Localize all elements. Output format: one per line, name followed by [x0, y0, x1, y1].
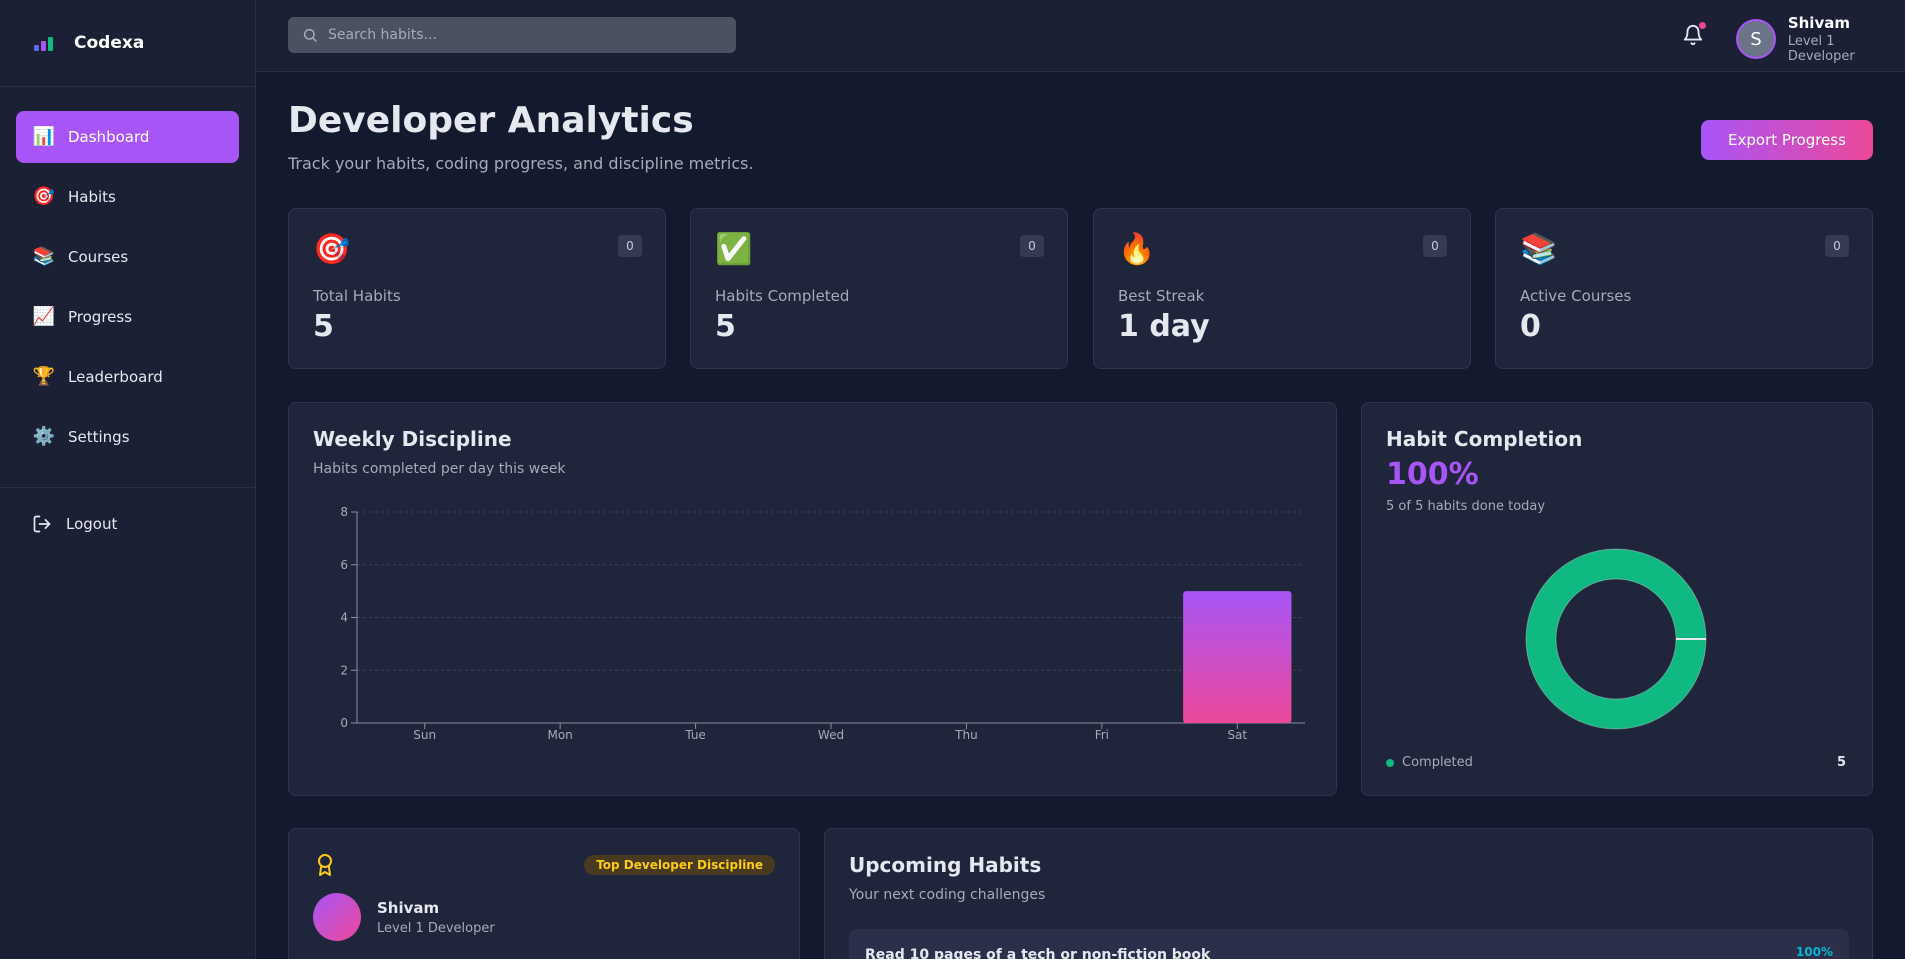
stat-value: 5 — [715, 309, 736, 344]
logout-label: Logout — [66, 515, 118, 533]
sidebar-item-settings[interactable]: ⚙️ Settings — [16, 411, 239, 463]
sidebar-item-label: Dashboard — [68, 128, 150, 146]
stat-label: Active Courses — [1520, 287, 1632, 305]
user-level: Level 1 Developer — [1787, 34, 1855, 64]
profile-name: Shivam — [377, 899, 440, 917]
stat-badge: 0 — [1020, 235, 1044, 257]
sidebar-item-leaderboard[interactable]: 🏆 Leaderboard — [16, 351, 239, 403]
legend-label: Completed — [1402, 755, 1473, 770]
page-title: Developer Analytics — [288, 100, 694, 141]
stat-badge: 0 — [1423, 235, 1447, 257]
books-icon: 📚 — [1520, 232, 1558, 267]
habit-percent: 100% — [1795, 945, 1833, 959]
sidebar-item-courses[interactable]: 📚 Courses — [16, 231, 239, 283]
sidebar-item-progress[interactable]: 📈 Progress — [16, 291, 239, 343]
gear-icon: ⚙️ — [32, 426, 56, 447]
sidebar-item-label: Habits — [68, 188, 116, 206]
sidebar-item-label: Leaderboard — [68, 368, 163, 386]
search-icon — [303, 28, 317, 42]
logout-button[interactable]: Logout — [32, 514, 117, 534]
profile-level: Level 1 Developer — [377, 921, 495, 936]
y-tick-label: 0 — [340, 716, 348, 730]
stat-card-best-streak: 🔥 0 Best Streak 1 day — [1093, 208, 1471, 369]
stat-card-active-courses: 📚 0 Active Courses 0 — [1495, 208, 1873, 369]
y-tick-label: 8 — [340, 505, 348, 519]
stat-card-total-habits: 🎯 0 Total Habits 5 — [288, 208, 666, 369]
brand[interactable]: Codexa — [0, 0, 255, 87]
award-badge: Top Developer Discipline — [584, 855, 775, 875]
x-tick-label: Wed — [818, 728, 844, 742]
sidebar-item-label: Settings — [68, 428, 130, 446]
stat-value: 1 day — [1118, 309, 1210, 344]
x-tick-label: Tue — [684, 728, 706, 742]
export-progress-button[interactable]: Export Progress — [1701, 120, 1873, 160]
trophy-icon: 🏆 — [32, 366, 56, 387]
profile-panel: Top Developer Discipline Shivam Level 1 … — [288, 828, 800, 959]
target-icon: 🎯 — [313, 232, 351, 267]
logout-icon — [33, 515, 51, 533]
stat-value: 5 — [313, 309, 334, 344]
x-tick-label: Sun — [413, 728, 436, 742]
x-tick-label: Thu — [954, 728, 978, 742]
user-name: Shivam — [1787, 14, 1850, 32]
bar-sat — [1183, 591, 1292, 723]
stat-badge: 0 — [1825, 235, 1849, 257]
target-icon: 🎯 — [32, 186, 56, 207]
weekly-discipline-panel: Weekly Discipline Habits completed per d… — [288, 402, 1337, 796]
legend-dot — [1386, 758, 1394, 767]
x-tick-label: Mon — [547, 728, 572, 742]
completion-legend: Completed 5 — [1386, 755, 1846, 770]
legend-value: 5 — [1836, 755, 1846, 770]
habit-completion-panel: Habit Completion 100% 5 of 5 habits done… — [1361, 402, 1873, 796]
avatar: S — [1736, 19, 1776, 59]
user-menu[interactable]: S Shivam Level 1 Developer — [1736, 14, 1905, 64]
sidebar-item-habits[interactable]: 🎯 Habits — [16, 171, 239, 223]
topbar: S Shivam Level 1 Developer — [256, 0, 1905, 72]
books-icon: 📚 — [32, 246, 56, 267]
notification-dot — [1699, 22, 1706, 29]
upcoming-subtitle: Your next coding challenges — [849, 887, 1046, 903]
logo-icon — [32, 31, 56, 55]
donut-ring-inner-border — [1555, 578, 1677, 700]
user-info: Shivam Level 1 Developer — [1788, 14, 1905, 64]
search-bar[interactable] — [288, 17, 736, 53]
sidebar: Codexa 📊 Dashboard 🎯 Habits 📚 Courses 📈 … — [0, 0, 256, 959]
list-item[interactable]: Read 10 pages of a tech or non-fiction b… — [849, 929, 1849, 959]
stat-label: Habits Completed — [715, 287, 850, 305]
sidebar-item-dashboard[interactable]: 📊 Dashboard — [16, 111, 239, 163]
sidebar-item-label: Courses — [68, 248, 129, 266]
sidebar-nav: 📊 Dashboard 🎯 Habits 📚 Courses 📈 Progres… — [0, 87, 255, 463]
habit-name: Read 10 pages of a tech or non-fiction b… — [865, 947, 1211, 959]
stat-card-habits-completed: ✅ 0 Habits Completed 5 — [690, 208, 1068, 369]
award-icon — [318, 854, 332, 876]
x-tick-label: Sat — [1227, 728, 1247, 742]
check-icon: ✅ — [715, 232, 753, 267]
stat-value: 0 — [1520, 309, 1541, 344]
stat-label: Total Habits — [313, 287, 401, 305]
weekly-bar-chart: 0 2 4 6 8 Sun Mon Tue Wed Thu Fri Sat — [340, 505, 1305, 742]
avatar — [313, 893, 361, 941]
y-tick-label: 6 — [340, 558, 348, 572]
stat-badge: 0 — [618, 235, 642, 257]
completion-donut-chart — [1525, 548, 1707, 730]
y-tick-label: 2 — [340, 663, 348, 677]
x-tick-label: Fri — [1095, 728, 1109, 742]
upcoming-title: Upcoming Habits — [849, 853, 1042, 877]
y-tick-label: 4 — [340, 611, 348, 625]
brand-name: Codexa — [74, 33, 145, 53]
page-subtitle: Track your habits, coding progress, and … — [288, 154, 754, 173]
search-input[interactable] — [328, 27, 728, 43]
sidebar-item-label: Progress — [68, 308, 133, 326]
trend-up-icon: 📈 — [32, 306, 56, 327]
donut-ring-completed — [1526, 549, 1706, 729]
chart-icon: 📊 — [32, 126, 56, 147]
fire-icon: 🔥 — [1118, 232, 1156, 267]
upcoming-habits-panel: Upcoming Habits Your next coding challen… — [824, 828, 1873, 959]
notifications-button[interactable] — [1682, 22, 1708, 48]
sidebar-divider — [0, 487, 256, 488]
stat-label: Best Streak — [1118, 287, 1205, 305]
